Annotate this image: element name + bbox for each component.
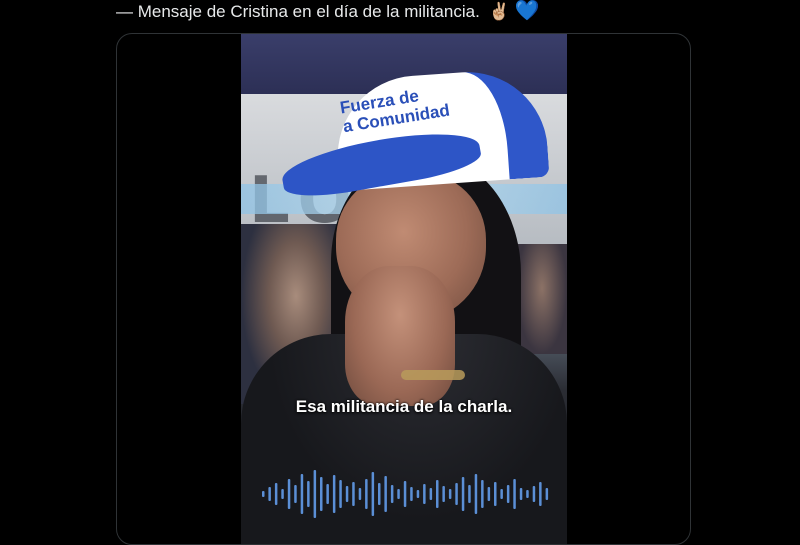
waveform-bar <box>461 477 465 511</box>
waveform-bar <box>345 486 349 502</box>
bracelet <box>401 370 465 380</box>
waveform-bar <box>352 482 355 506</box>
waveform-bar <box>262 491 265 497</box>
waveform-bar <box>539 482 542 506</box>
waveform-bar <box>403 481 407 507</box>
video-media-card[interactable]: LOS Fuerza de a Comunidad Esa militancia… <box>116 33 691 545</box>
waveform-bar <box>320 477 323 511</box>
waveform-bar <box>474 474 478 514</box>
waveform-bar <box>332 475 336 513</box>
waveform-bar <box>326 484 329 504</box>
woman-hands <box>345 266 455 406</box>
waveform-bar <box>358 488 362 500</box>
waveform-bar <box>294 485 297 503</box>
waveform-bar <box>519 488 523 500</box>
waveform-bar <box>545 488 549 500</box>
waveform-bar <box>423 484 426 504</box>
waveform-bar <box>307 481 310 507</box>
waveform-bar <box>487 487 491 501</box>
waveform-bar <box>526 490 529 498</box>
waveform-bar <box>281 489 284 499</box>
blue-heart-emoji: 💙 <box>514 0 540 22</box>
waveform-bar <box>268 487 271 501</box>
victory-hand-emoji: ✌🏼 <box>488 2 510 22</box>
waveform-bar <box>436 480 439 508</box>
waveform-bar <box>397 489 400 499</box>
waveform-bar <box>390 485 394 503</box>
waveform-bar <box>365 479 368 509</box>
waveform-bar <box>468 485 471 503</box>
waveform-bar <box>287 479 291 509</box>
tweet-text: — Mensaje de Cristina en el día de la mi… <box>116 0 539 22</box>
waveform-bar <box>455 483 458 505</box>
waveform-bar <box>300 474 304 514</box>
waveform-bar <box>481 480 484 508</box>
video-subtitle: Esa militancia de la charla. <box>295 397 513 416</box>
waveform-bar <box>442 486 445 502</box>
waveform-bar <box>384 476 387 512</box>
waveform-bar <box>371 472 375 516</box>
waveform-bar <box>500 489 503 499</box>
waveform-bar <box>448 489 452 499</box>
waveform-bar <box>506 485 510 503</box>
waveform-bar <box>410 487 413 501</box>
waveform-bar <box>339 480 342 508</box>
audio-waveform-icon <box>262 470 549 518</box>
video-player[interactable]: LOS Fuerza de a Comunidad Esa militancia… <box>241 34 567 544</box>
waveform-bar <box>429 488 433 500</box>
waveform-bar <box>416 490 420 498</box>
waveform-bar <box>494 482 497 506</box>
waveform-bar <box>513 479 516 509</box>
background-crowd-right <box>517 244 567 354</box>
waveform-bar <box>313 470 317 518</box>
waveform-bar <box>378 483 381 505</box>
waveform-bar <box>274 483 278 505</box>
tweet-message: — Mensaje de Cristina en el día de la mi… <box>116 2 480 21</box>
waveform-bar <box>532 486 536 502</box>
